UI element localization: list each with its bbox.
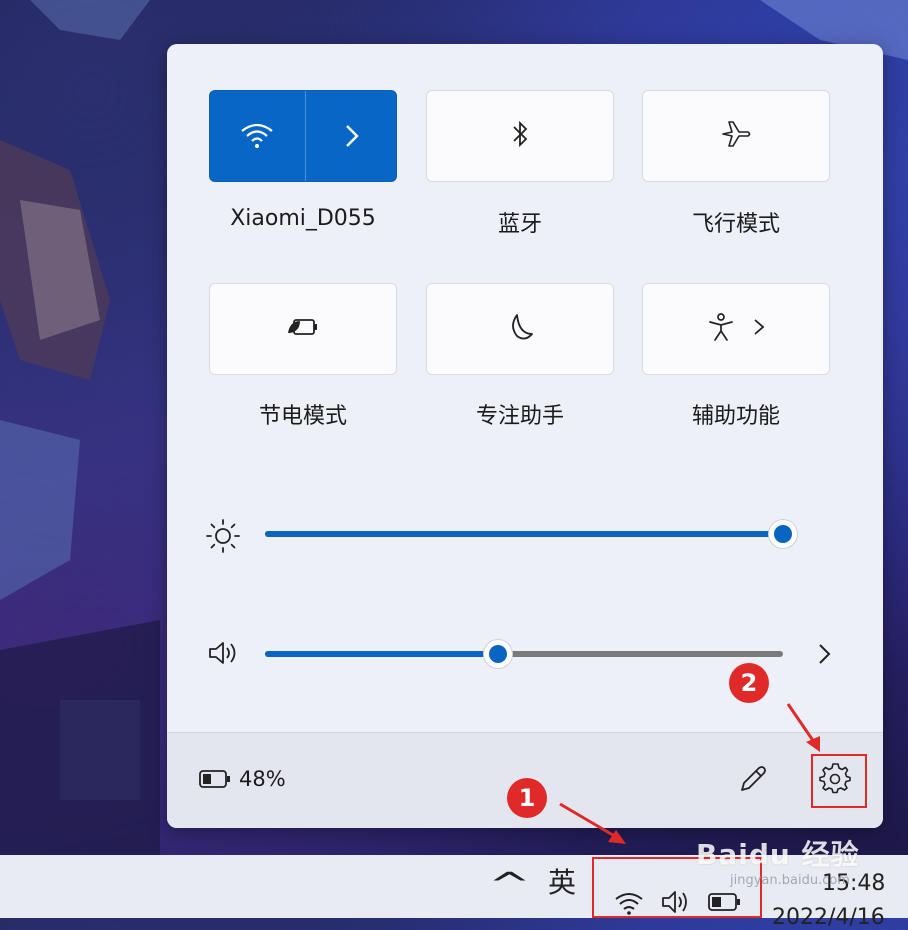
chevron-right-icon[interactable] xyxy=(344,123,360,153)
tile-label-focus-assist: 专注助手 xyxy=(475,404,564,429)
chevron-right-icon[interactable] xyxy=(753,317,765,341)
annotation-badge-2: 2 xyxy=(729,663,769,703)
tile-wifi[interactable] xyxy=(209,90,397,182)
tile-bluetooth[interactable] xyxy=(426,90,614,182)
volume-output-chevron-icon[interactable] xyxy=(817,642,833,670)
show-hidden-icons-chevron[interactable]: ^ xyxy=(488,865,531,903)
quick-settings-panel: Xiaomi_D055 蓝牙 飞行模式 节电模式 专注助手 辅助功能 48% xyxy=(167,44,883,828)
volume-slider-thumb[interactable] xyxy=(483,639,514,669)
battery-icon xyxy=(199,769,231,793)
tile-battery-saver[interactable] xyxy=(209,283,397,375)
tile-airplane-mode[interactable] xyxy=(642,90,830,182)
brightness-slider[interactable] xyxy=(265,531,783,537)
tile-divider xyxy=(305,91,306,181)
annotation-box-settings xyxy=(811,754,867,808)
brightness-slider-thumb[interactable] xyxy=(768,519,798,549)
annotation-badge-1: 1 xyxy=(507,778,547,818)
tile-accessibility[interactable] xyxy=(642,283,830,375)
tile-label-battery-saver: 节电模式 xyxy=(258,404,347,429)
tile-focus-assist[interactable] xyxy=(426,283,614,375)
ime-indicator[interactable]: 英 xyxy=(548,861,576,901)
battery-percent: 48% xyxy=(239,767,286,791)
wifi-icon[interactable] xyxy=(240,121,274,155)
moon-icon xyxy=(505,312,535,346)
annotation-arrow-1 xyxy=(559,802,626,844)
tile-label-wifi: Xiaomi_D055 xyxy=(230,206,376,231)
tile-label-bluetooth: 蓝牙 xyxy=(497,212,542,237)
bluetooth-icon xyxy=(510,119,530,153)
airplane-icon xyxy=(720,119,752,153)
volume-slider-fill xyxy=(265,651,499,657)
watermark-url: jingyan.baidu.com xyxy=(730,873,850,888)
tile-label-accessibility: 辅助功能 xyxy=(691,404,780,429)
speaker-icon[interactable] xyxy=(207,640,239,670)
edit-pencil-icon[interactable] xyxy=(737,763,769,799)
brightness-slider-fill xyxy=(265,531,783,537)
accessibility-icon xyxy=(707,312,735,346)
tile-label-airplane-mode: 飞行模式 xyxy=(691,212,780,237)
brightness-icon xyxy=(205,518,241,558)
annotation-arrow-2 xyxy=(786,703,820,752)
battery-saver-icon xyxy=(286,315,320,343)
volume-slider[interactable] xyxy=(265,651,783,657)
watermark-brand: Baidu 经验 xyxy=(696,838,860,871)
